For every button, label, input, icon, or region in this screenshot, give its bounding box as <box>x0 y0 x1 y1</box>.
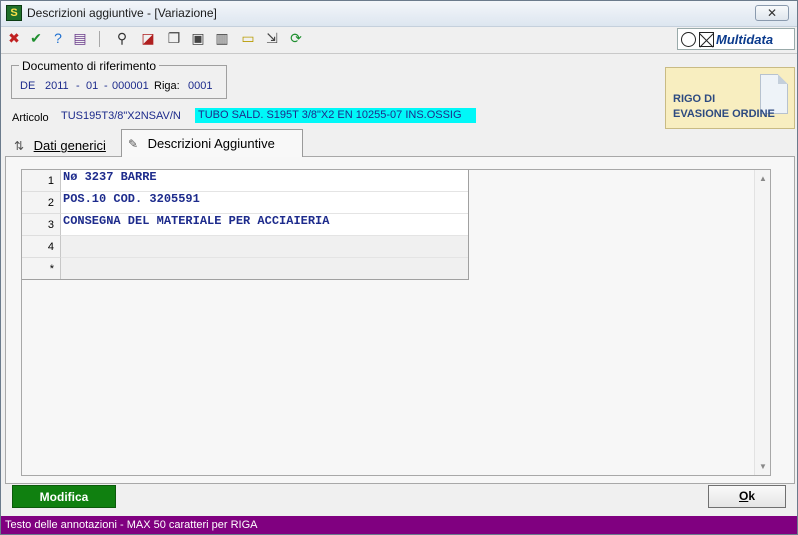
ref-separator: - <box>76 80 80 92</box>
close-button[interactable]: ✕ <box>755 5 789 21</box>
reference-group-legend: Documento di riferimento <box>19 59 160 73</box>
ref-series: 01 <box>86 80 99 92</box>
ref-riga-label: Riga: <box>154 80 180 92</box>
book-icon[interactable]: ▤ <box>71 29 89 47</box>
row-text-cell[interactable]: Nø 3237 BARRE <box>61 170 469 192</box>
paste-icon[interactable]: ▣ <box>189 29 207 47</box>
confirm-check-icon[interactable]: ✔ <box>27 29 45 47</box>
rigo-evasione-text: RIGO DI EVASIONE ORDINE <box>673 92 775 122</box>
logo-text: Multidata <box>716 32 774 47</box>
annotations-grid: 1 Nø 3237 BARRE 2 POS.10 COD. 3205591 3 … <box>22 170 469 280</box>
row-text-cell[interactable] <box>61 236 469 258</box>
scroll-up-icon[interactable]: ▲ <box>759 174 767 183</box>
table-row[interactable]: 1 Nø 3237 BARRE <box>22 170 469 192</box>
tab-descrizioni-aggiuntive[interactable]: ✎ Descrizioni Aggiuntive <box>121 129 303 157</box>
ref-number: 000001 <box>112 80 149 92</box>
tab-label: Descrizioni Aggiuntive <box>147 136 275 152</box>
row-text-cell[interactable] <box>61 258 469 280</box>
toolbar-separator <box>99 31 100 47</box>
title-bar[interactable]: S Descrizioni aggiuntive - [Variazione] … <box>1 1 797 27</box>
articolo-description: TUBO SALD. S195T 3/8"X2 EN 10255-07 INS.… <box>195 108 476 123</box>
articolo-code: TUS195T3/8"X2NSAV/N <box>61 110 181 122</box>
table-row[interactable]: 3 CONSEGNA DEL MATERIALE PER ACCIAIERIA <box>22 214 469 236</box>
ref-riga-value: 0001 <box>188 80 213 92</box>
ref-doc-type: DE <box>20 80 36 92</box>
refresh-icon[interactable]: ⟳ <box>287 29 305 47</box>
copy-icon[interactable]: ❐ <box>165 29 183 47</box>
import-icon[interactable]: ⇲ <box>263 29 281 47</box>
ok-button-mnemonic: O <box>738 489 749 503</box>
toolbar-divider <box>1 53 797 54</box>
articolo-label: Articolo <box>12 112 49 124</box>
row-number: 2 <box>22 192 61 214</box>
app-icon: S <box>6 5 22 21</box>
row-text-cell[interactable]: CONSEGNA DEL MATERIALE PER ACCIAIERIA <box>61 214 469 236</box>
row-number: 3 <box>22 214 61 236</box>
row-number: 1 <box>22 170 61 192</box>
help-icon[interactable]: ? <box>49 29 67 47</box>
rigo-line2: EVASIONE ORDINE <box>673 108 775 120</box>
tab-label: Dati generici <box>33 138 106 154</box>
table-row[interactable]: 4 <box>22 236 469 258</box>
note-icon[interactable]: ▭ <box>239 29 257 47</box>
scroll-down-icon[interactable]: ▼ <box>759 462 767 471</box>
window-title: Descrizioni aggiuntive - [Variazione] <box>27 6 217 20</box>
edit-note-icon: ✎ <box>128 136 139 151</box>
ok-button[interactable]: Ok <box>708 485 786 508</box>
row-number: 4 <box>22 236 61 258</box>
sort-icon: ⇅ <box>14 138 25 153</box>
row-text-cell[interactable]: POS.10 COD. 3205591 <box>61 192 469 214</box>
cancel-x-icon[interactable]: ✖ <box>5 29 23 47</box>
tab-dati-generici[interactable]: ⇅ Dati generici <box>7 132 120 157</box>
ref-separator: - <box>104 80 108 92</box>
table-row[interactable]: 2 POS.10 COD. 3205591 <box>22 192 469 214</box>
document-icon[interactable]: ▥ <box>213 29 231 47</box>
circle-icon <box>681 32 696 47</box>
binoculars-icon[interactable]: ⚲ <box>113 29 131 47</box>
ok-button-label: k <box>748 489 756 503</box>
vertical-scrollbar[interactable]: ▲ ▼ <box>754 170 770 475</box>
rigo-line1: RIGO DI <box>673 93 716 105</box>
dialog-window: S Descrizioni aggiuntive - [Variazione] … <box>0 0 798 535</box>
crossed-box-icon <box>699 32 714 47</box>
ref-year: 2011 <box>45 80 69 92</box>
modifica-button[interactable]: Modifica <box>12 485 116 508</box>
status-bar: Testo delle annotazioni - MAX 50 caratte… <box>1 516 797 534</box>
erase-icon[interactable]: ◪ <box>139 29 157 47</box>
table-row-new[interactable]: * <box>22 258 469 280</box>
rigo-evasione-badge: RIGO DI EVASIONE ORDINE <box>665 67 795 129</box>
multidata-logo: Multidata <box>677 28 795 50</box>
row-number: * <box>22 258 61 280</box>
